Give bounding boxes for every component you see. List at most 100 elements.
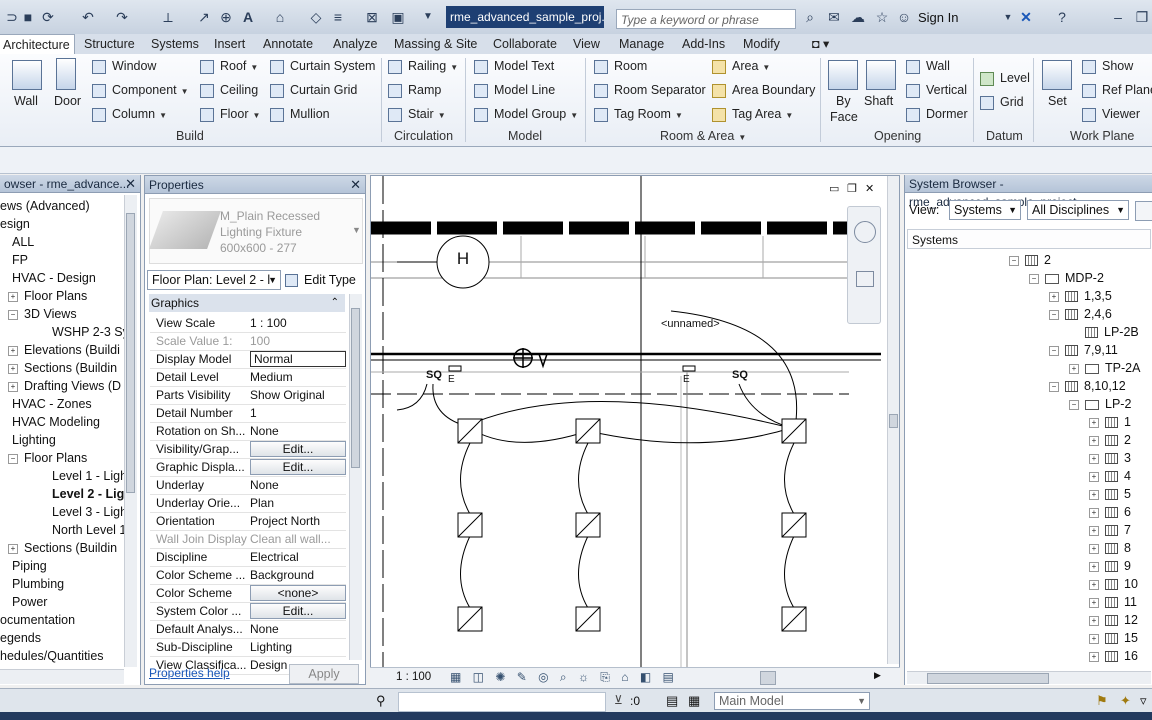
railing-button[interactable]: Railing ▼ xyxy=(388,57,458,75)
expand-icon[interactable]: + xyxy=(1089,561,1099,572)
collapse-icon[interactable]: − xyxy=(8,309,18,320)
tag-area-button[interactable]: Tag Area ▼ xyxy=(712,105,793,123)
ref-plane-button[interactable]: Ref Plane xyxy=(1082,81,1152,99)
sync-icon[interactable]: ⟳ xyxy=(40,9,56,25)
expand-icon[interactable]: + xyxy=(8,291,18,302)
room-area-panel-label[interactable]: Room & Area ▼ xyxy=(660,128,746,144)
text-icon[interactable]: A xyxy=(240,9,256,25)
expand-icon[interactable]: + xyxy=(8,381,18,392)
thin-lines-icon[interactable]: ≡ xyxy=(330,9,346,25)
project-browser-item[interactable]: HVAC - Zones xyxy=(12,395,92,413)
tab-collaborate[interactable]: Collaborate xyxy=(493,34,557,54)
property-row[interactable]: Parts Visibility Show Original xyxy=(150,386,346,405)
favorites-star-icon[interactable]: ☆ xyxy=(874,9,890,25)
close-icon[interactable]: ✕ xyxy=(350,177,361,193)
expand-icon[interactable]: + xyxy=(1089,507,1099,518)
binoculars-icon[interactable]: ⌕ xyxy=(802,9,818,25)
property-edit-button[interactable]: Edit... xyxy=(250,441,346,457)
property-value[interactable]: Lighting xyxy=(250,638,346,656)
area-button[interactable]: Area ▼ xyxy=(712,57,770,75)
curtain-grid-button[interactable]: Curtain Grid xyxy=(270,81,357,99)
component-button[interactable]: Component ▼ xyxy=(92,81,189,99)
property-value[interactable]: None xyxy=(250,422,346,440)
property-row[interactable]: Discipline Electrical xyxy=(150,548,346,567)
unnamed-label[interactable]: <unnamed> xyxy=(661,318,720,330)
property-value[interactable]: Show Original xyxy=(250,386,346,404)
model-line-button[interactable]: Model Line xyxy=(474,81,555,99)
tab-add-ins[interactable]: Add-Ins xyxy=(682,34,725,54)
project-browser-item[interactable]: Plumbing xyxy=(12,575,64,593)
tab-analyze[interactable]: Analyze xyxy=(333,34,377,54)
set-workplane-icon[interactable] xyxy=(1042,60,1072,90)
apply-button[interactable]: Apply xyxy=(289,664,359,684)
project-browser-hscrollbar[interactable] xyxy=(0,669,124,684)
show-button[interactable]: Show xyxy=(1082,57,1133,75)
expand-icon[interactable]: + xyxy=(1089,525,1099,536)
canvas-vscrollbar[interactable] xyxy=(887,176,899,664)
help-icon[interactable]: ? xyxy=(1054,9,1070,25)
communication-icon[interactable]: ☁ xyxy=(850,9,866,25)
property-edit-button[interactable]: Edit... xyxy=(250,603,346,619)
project-browser-item[interactable]: Level 1 - Ligh xyxy=(52,467,127,485)
3d-view-icon[interactable]: ⌂ xyxy=(272,9,288,25)
by-face-icon[interactable] xyxy=(828,60,858,90)
system-tree-item[interactable]: +4 xyxy=(1089,467,1131,485)
section-icon[interactable]: ◇ xyxy=(308,9,324,25)
design-options-icon[interactable]: ▤ xyxy=(666,693,678,709)
edit-type-button[interactable]: Edit Type xyxy=(285,270,356,290)
property-value[interactable]: 1 : 100 xyxy=(250,314,346,332)
system-tree-item[interactable]: −2 xyxy=(1009,251,1051,269)
project-browser-item[interactable]: esign xyxy=(0,215,30,233)
shaft-button[interactable]: Shaft xyxy=(864,92,893,110)
scroll-thumb[interactable] xyxy=(351,308,360,468)
ramp-button[interactable]: Ramp xyxy=(388,81,441,99)
door-button[interactable]: Door xyxy=(54,92,81,110)
expand-icon[interactable]: + xyxy=(1089,471,1099,482)
tab-systems[interactable]: Systems xyxy=(151,34,199,54)
drawing-area[interactable]: H <unnamed> SQ SQ E E ▭ ❐ ✕ xyxy=(370,175,900,685)
property-value[interactable]: None xyxy=(250,476,346,494)
collapse-icon[interactable]: − xyxy=(1069,399,1079,410)
property-row[interactable]: Color Scheme ... Background xyxy=(150,566,346,585)
system-tree-item[interactable]: +8 xyxy=(1089,539,1131,557)
filter-selection-icon[interactable]: ▿ xyxy=(1140,693,1147,709)
project-browser-item[interactable]: hedules/Quantities xyxy=(0,647,104,665)
collapse-icon[interactable]: − xyxy=(1049,381,1059,392)
property-row[interactable]: Orientation Project North xyxy=(150,512,346,531)
expand-icon[interactable]: + xyxy=(8,543,18,554)
expand-icon[interactable]: + xyxy=(1089,489,1099,500)
select-pinned-icon[interactable]: ✦ xyxy=(1120,693,1131,709)
view-restore-icon[interactable]: ❐ xyxy=(847,182,857,195)
property-value[interactable]: Plan xyxy=(250,494,346,512)
shaft-icon[interactable] xyxy=(866,60,896,90)
zoom-icon[interactable] xyxy=(856,271,874,287)
expand-icon[interactable]: + xyxy=(1089,633,1099,644)
expand-icon[interactable]: + xyxy=(1069,363,1079,374)
roof-button[interactable]: Roof ▼ xyxy=(200,57,258,75)
view-close-icon[interactable]: ✕ xyxy=(865,182,874,195)
property-value[interactable]: Medium xyxy=(250,368,346,386)
view-control-icons[interactable]: ▦ ◫ ✺ ✎ ◎ ⌕ ☼ ⎘ ⌂ ◧ ▤ xyxy=(450,670,678,685)
close-hidden-icon[interactable]: ⊠ xyxy=(364,9,380,25)
design-option-selector[interactable]: Main Model ▼ xyxy=(714,692,870,710)
project-browser-item[interactable]: + Floor Plans xyxy=(8,287,87,305)
systems-column-header[interactable]: Systems xyxy=(907,229,1151,249)
project-browser-item[interactable]: + Drafting Views (D xyxy=(8,377,121,395)
scroll-thumb[interactable] xyxy=(927,673,1049,684)
system-tree-item[interactable]: − MDP-2 xyxy=(1029,269,1104,287)
system-tree-item[interactable]: +1,3,5 xyxy=(1049,287,1112,305)
property-row[interactable]: Scale Value 1: 100 xyxy=(150,332,346,351)
system-tree-item[interactable]: +9 xyxy=(1089,557,1131,575)
expand-icon[interactable]: + xyxy=(8,345,18,356)
view-mode-select[interactable]: Systems ▼ xyxy=(949,200,1021,220)
expand-icon[interactable]: + xyxy=(1049,291,1059,302)
property-value[interactable]: Normal xyxy=(250,351,346,367)
expand-icon[interactable]: + xyxy=(1089,543,1099,554)
property-row[interactable]: Visibility/Grap... Edit... xyxy=(150,440,346,459)
steering-wheel-icon[interactable] xyxy=(854,221,876,243)
property-row[interactable]: Detail Level Medium xyxy=(150,368,346,387)
undo-icon[interactable]: ↶ xyxy=(80,9,96,25)
project-browser-item[interactable]: Power xyxy=(12,593,47,611)
view-minimize-icon[interactable]: ▭ xyxy=(829,182,839,195)
project-browser-item[interactable]: + Sections (Buildin xyxy=(8,539,117,557)
